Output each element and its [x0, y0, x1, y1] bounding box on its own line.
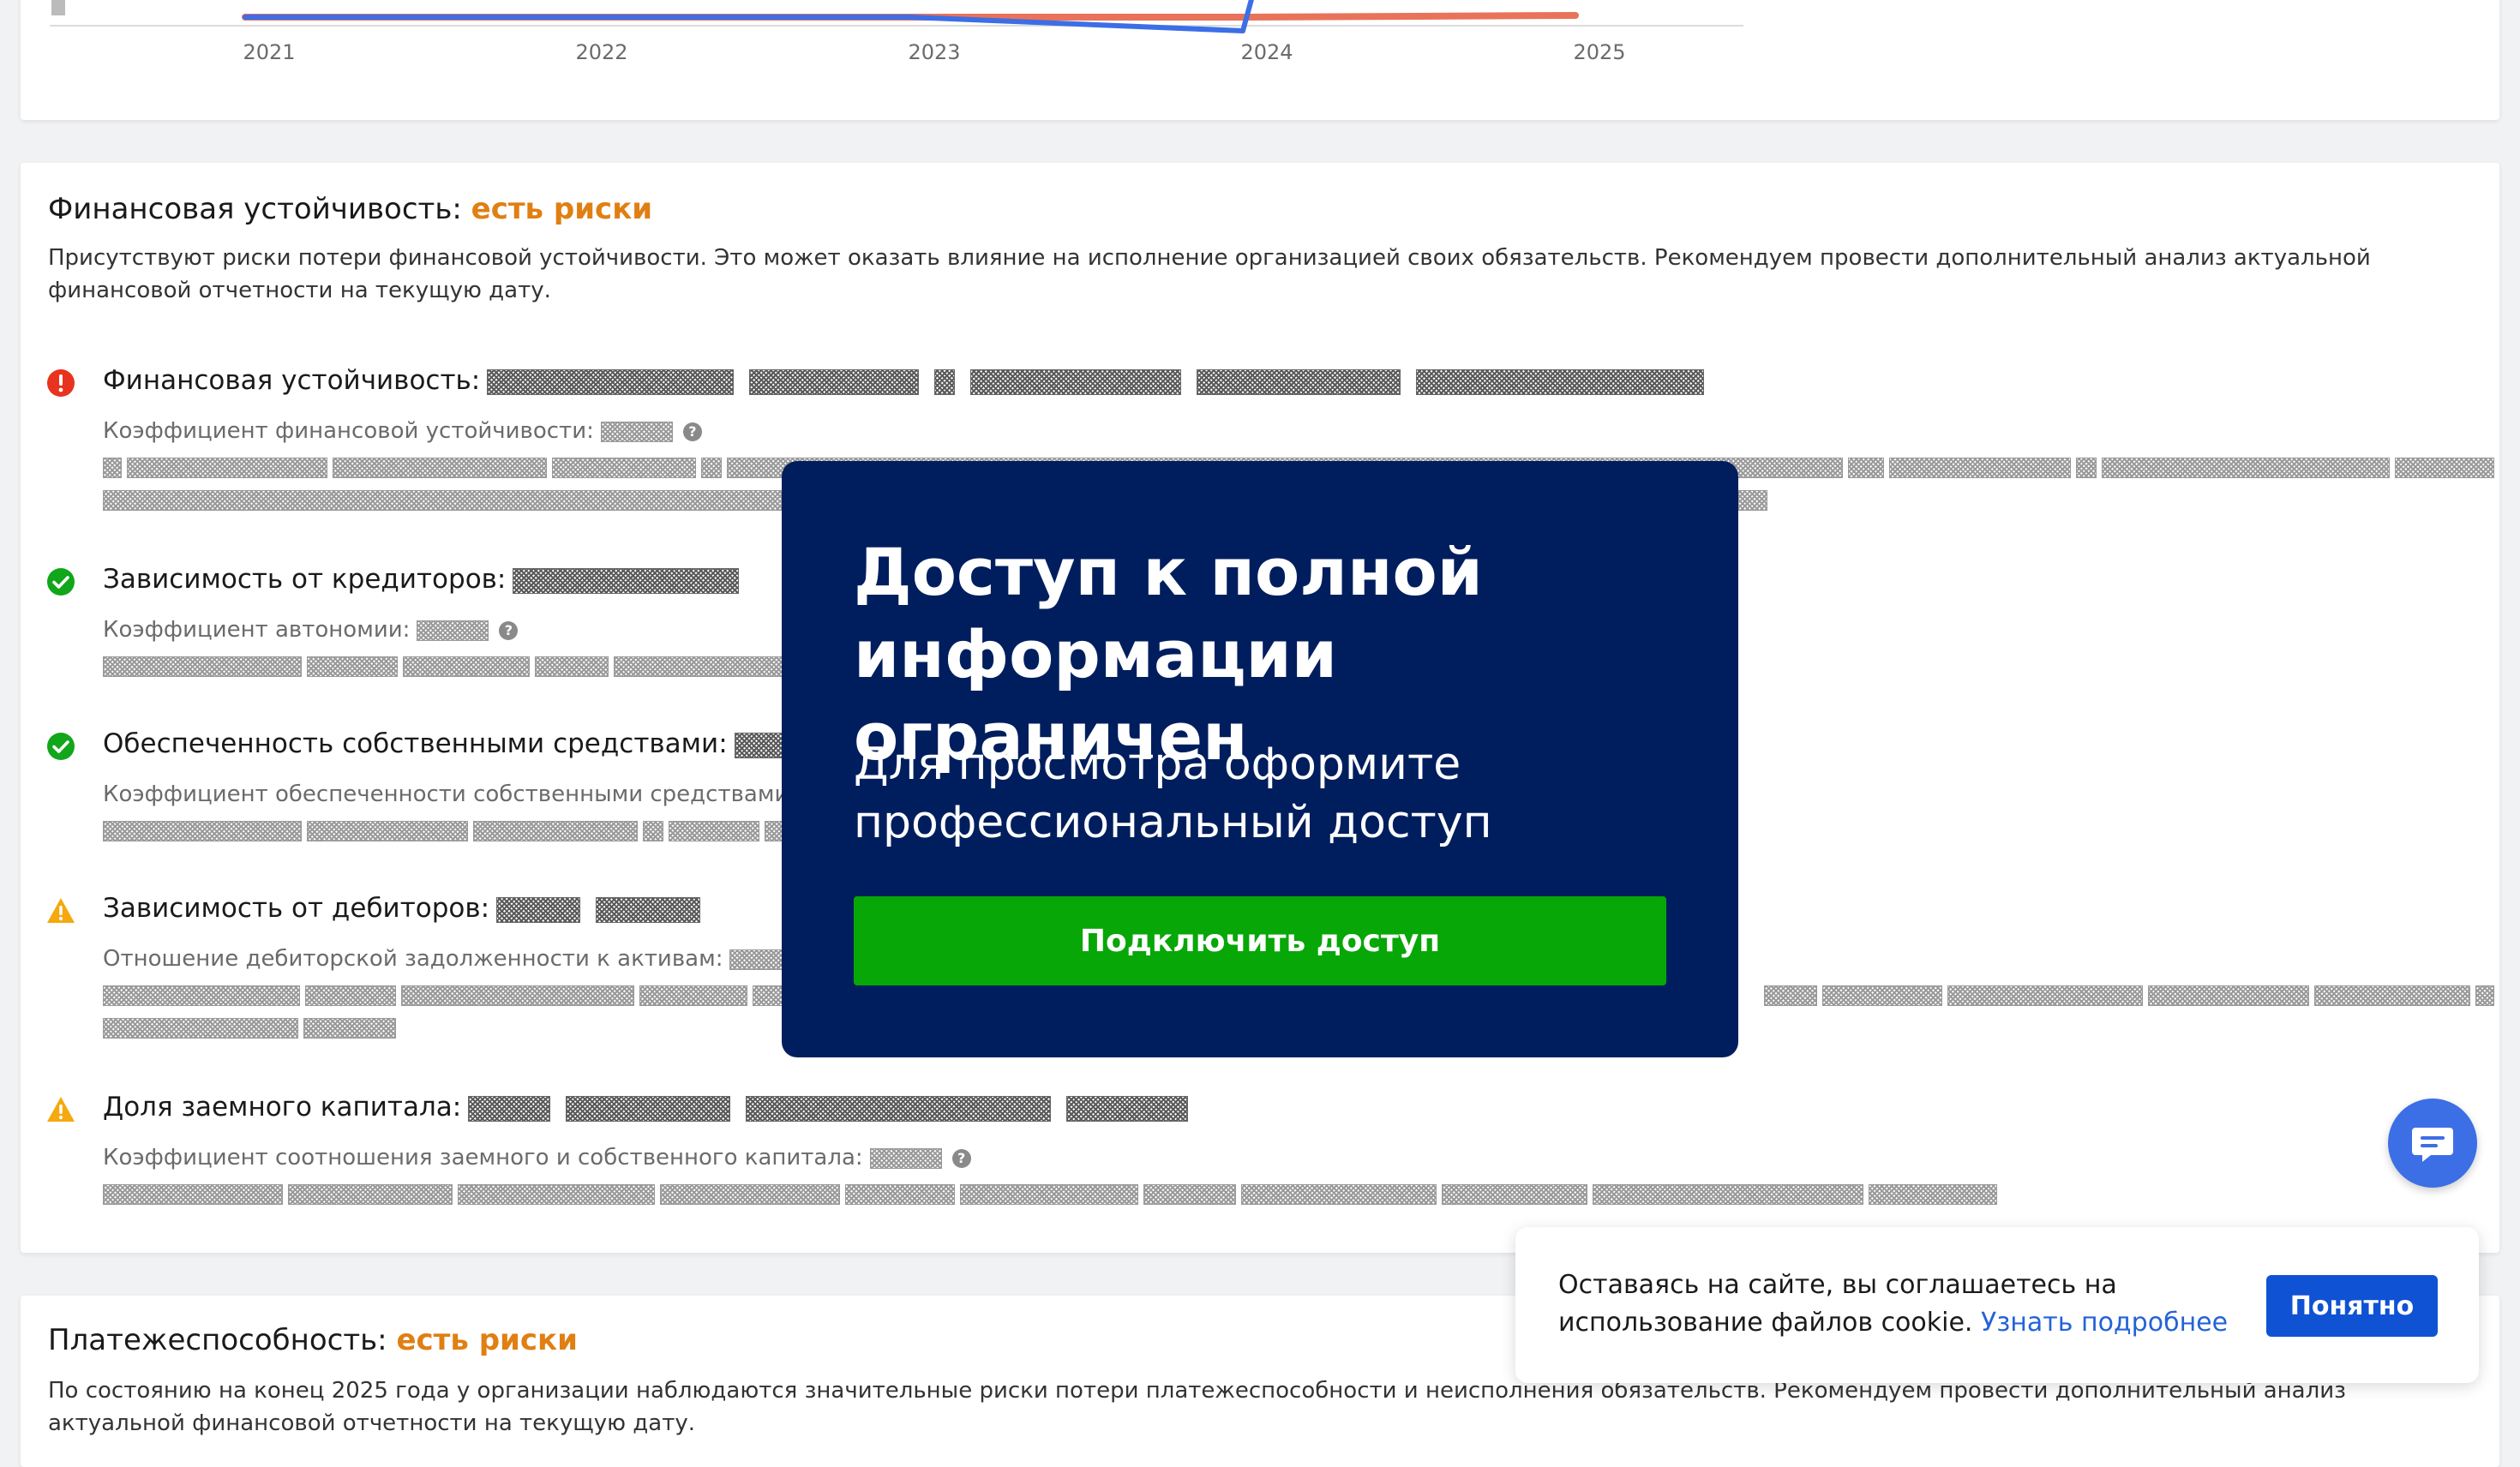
item-title-label: Финансовая устойчивость:: [103, 365, 481, 396]
warning-icon: [47, 1097, 75, 1122]
item-title: Обеспеченность собственными средствами:: [103, 728, 822, 759]
modal-subtitle: Для просмотра оформите профессиональный …: [854, 739, 1492, 848]
item-metric-label: Коэффициент автономии:: [103, 617, 411, 643]
status-badge: есть риски: [396, 1323, 578, 1357]
item-title-label: Доля заемного капитала:: [103, 1092, 462, 1123]
x-tick-label: 2022: [575, 40, 627, 64]
section-title: Финансовая устойчивость: есть риски: [48, 192, 652, 226]
item-metric-label: Коэффициент соотношения заемного и собст…: [103, 1145, 863, 1171]
hidden-text-row: [103, 1018, 396, 1040]
paywall-modal: Доступ к полной информации ограничен Для…: [782, 461, 1738, 1057]
chat-button[interactable]: [2388, 1099, 2477, 1188]
item-metric: Коэффициент автономии:?: [103, 617, 519, 643]
item-title-label: Зависимость от кредиторов:: [103, 564, 507, 595]
item-metric: Отношение дебиторской задолженности к ак…: [103, 946, 804, 972]
section-description: По состоянию на конец 2025 года у органи…: [48, 1378, 2346, 1436]
x-tick-label: 2025: [1573, 40, 1625, 64]
item-metric: Коэффициент финансовой устойчивости:?: [103, 418, 702, 444]
x-tick-label: 2023: [908, 40, 960, 64]
help-icon[interactable]: ?: [951, 1148, 971, 1168]
cookie-banner: Оставаясь на сайте, вы соглашаетесь на и…: [1515, 1227, 2479, 1383]
help-icon[interactable]: ?: [499, 620, 519, 640]
revenue-chart-card: 2021 2022 2023 2024 2025: [21, 0, 2499, 120]
cookie-text: Оставаясь на сайте, вы соглашаетесь на и…: [1558, 1266, 2244, 1342]
hidden-text-row: [103, 656, 876, 679]
item-title: Доля заемного капитала:: [103, 1092, 1188, 1123]
section-title-label: Платежеспособность:: [48, 1323, 387, 1357]
warning-icon: [47, 898, 75, 923]
item-title-label: Зависимость от дебиторов:: [103, 893, 490, 924]
chat-icon: [2412, 1128, 2453, 1162]
item-title: Финансовая устойчивость:: [103, 365, 1704, 396]
section-title-label: Финансовая устойчивость:: [48, 192, 462, 226]
axis-tick-remnant: [51, 0, 65, 15]
check-icon: [47, 733, 75, 760]
section-description: Присутствуют риски потери финансовой уст…: [48, 245, 2371, 303]
item-title-label: Обеспеченность собственными средствами:: [103, 728, 728, 759]
error-icon: [47, 369, 75, 397]
section-title: Платежеспособность: есть риски: [48, 1323, 578, 1357]
cookie-accept-button[interactable]: Понятно: [2266, 1275, 2438, 1337]
hidden-text-row: [103, 821, 876, 843]
item-metric-label: Коэффициент финансовой устойчивости:: [103, 418, 594, 444]
check-icon: [47, 568, 75, 596]
help-icon[interactable]: ?: [682, 422, 702, 441]
x-tick-label: 2024: [1240, 40, 1293, 64]
cookie-learn-more-link[interactable]: Узнать подробнее: [1981, 1308, 2228, 1338]
hidden-text-row: [103, 1184, 1997, 1207]
item-title: Зависимость от кредиторов:: [103, 564, 740, 595]
item-metric: Коэффициент соотношения заемного и собст…: [103, 1145, 971, 1171]
x-tick-label: 2021: [243, 40, 295, 64]
status-badge: есть риски: [471, 192, 653, 226]
line-chart: 2021 2022 2023 2024 2025: [50, 0, 1743, 64]
connect-access-button[interactable]: Подключить доступ: [854, 896, 1666, 985]
item-metric-label: Отношение дебиторской задолженности к ак…: [103, 946, 723, 972]
item-metric-label: Коэффициент обеспеченности собственными …: [103, 781, 797, 807]
item-title: Зависимость от дебиторов:: [103, 893, 700, 924]
item-metric: Коэффициент обеспеченности собственными …: [103, 781, 857, 807]
